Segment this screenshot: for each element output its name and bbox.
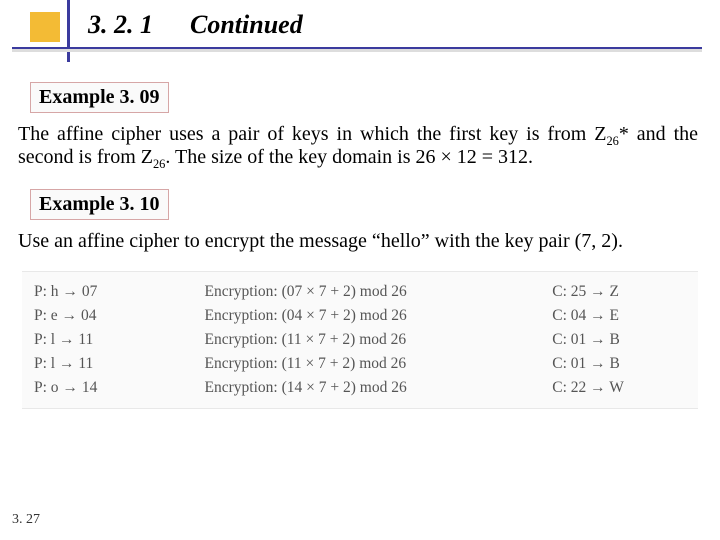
ciphertext-cell: C: 01 → B [550,352,688,376]
subscript: 26 [153,157,165,171]
plaintext-cell: P: h → 07 [32,280,203,304]
encryption-cell: Encryption: (14 × 7 + 2) mod 26 [203,376,551,400]
header-accent-square [30,12,60,42]
plaintext-cell: P: o → 14 [32,376,203,400]
example-label-1: Example 3. 09 [30,82,169,113]
encryption-cell: Encryption: (07 × 7 + 2) mod 26 [203,280,551,304]
table-row: P: e → 04Encryption: (04 × 7 + 2) mod 26… [32,304,688,328]
ciphertext-cell: C: 25 → Z [550,280,688,304]
example-2-text: Use an affine cipher to encrypt the mess… [18,230,698,253]
ciphertext-cell: C: 04 → E [550,304,688,328]
plaintext-cell: P: e → 04 [32,304,203,328]
ciphertext-cell: C: 22 → W [550,376,688,400]
encryption-trace-table: P: h → 07Encryption: (07 × 7 + 2) mod 26… [22,271,698,409]
plaintext-cell: P: l → 11 [32,328,203,352]
text-fragment: The affine cipher uses a pair of keys in… [18,123,606,145]
trace-table: P: h → 07Encryption: (07 × 7 + 2) mod 26… [32,280,688,400]
encryption-cell: Encryption: (11 × 7 + 2) mod 26 [203,328,551,352]
text-fragment: . The size of the key domain is 26 × 12 … [165,146,533,168]
example-label-2: Example 3. 10 [30,189,169,220]
header-rule-shadow [12,49,702,52]
table-row: P: o → 14Encryption: (14 × 7 + 2) mod 26… [32,376,688,400]
page-number: 3. 27 [12,512,40,528]
encryption-cell: Encryption: (11 × 7 + 2) mod 26 [203,352,551,376]
table-row: P: l → 11Encryption: (11 × 7 + 2) mod 26… [32,352,688,376]
section-title: Continued [190,10,303,40]
encryption-cell: Encryption: (04 × 7 + 2) mod 26 [203,304,551,328]
subscript: 26 [606,134,618,148]
table-row: P: l → 11Encryption: (11 × 7 + 2) mod 26… [32,328,688,352]
header-vertical-rule [67,0,70,62]
example-1-text: The affine cipher uses a pair of keys in… [18,123,698,169]
ciphertext-cell: C: 01 → B [550,328,688,352]
header-horizontal-rule [12,47,702,49]
section-number: 3. 2. 1 [88,10,153,40]
slide-header: 3. 2. 1 Continued [0,0,720,62]
plaintext-cell: P: l → 11 [32,352,203,376]
table-row: P: h → 07Encryption: (07 × 7 + 2) mod 26… [32,280,688,304]
